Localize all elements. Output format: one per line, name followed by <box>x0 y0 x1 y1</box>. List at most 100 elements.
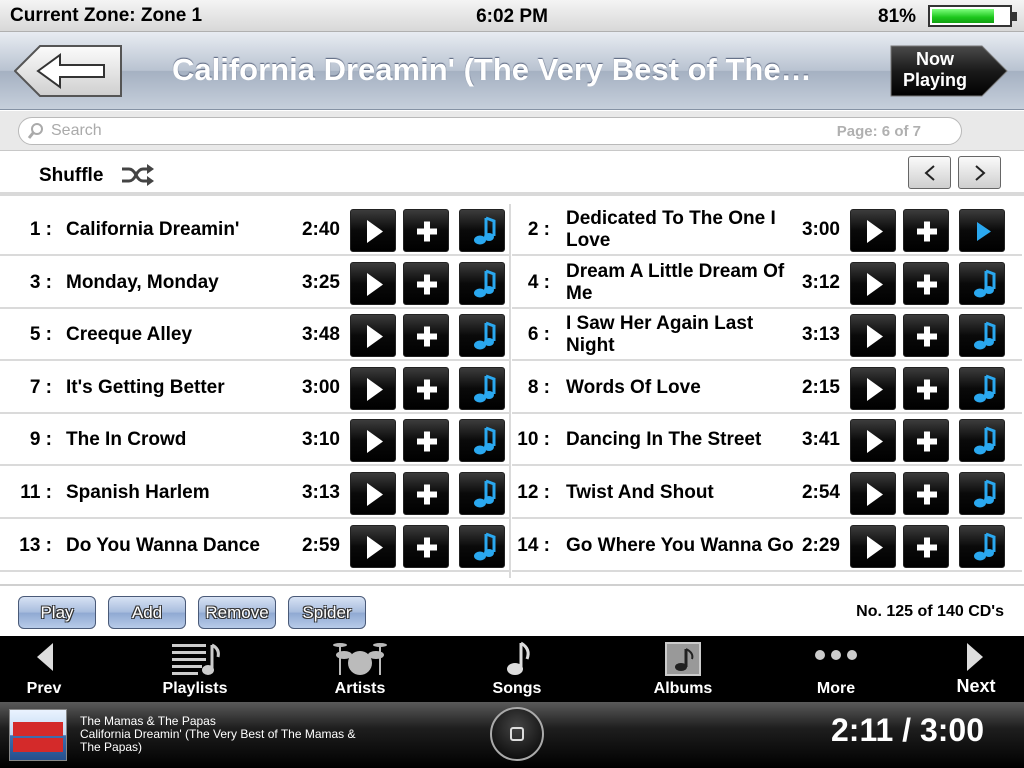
track-info-button[interactable] <box>459 524 505 568</box>
track-play-button[interactable] <box>350 419 396 463</box>
shuffle-icon[interactable] <box>120 164 154 186</box>
tab-playlists[interactable]: Playlists <box>135 636 255 702</box>
track-info-button[interactable] <box>459 472 505 515</box>
track-info-button[interactable] <box>459 419 505 463</box>
track-title[interactable]: Dedicated To The One I Love <box>566 204 802 256</box>
track-info-button[interactable] <box>959 419 1005 463</box>
track-play-button[interactable] <box>350 261 396 305</box>
track-info-button[interactable] <box>459 209 505 252</box>
tab-artists[interactable]: Artists <box>300 636 420 702</box>
add-button[interactable]: Add <box>108 596 186 629</box>
track-title[interactable]: It's Getting Better <box>66 362 292 414</box>
track-row[interactable]: 10 : Dancing In The Street 3:41 <box>512 414 1022 467</box>
spider-button[interactable]: Spider <box>288 596 366 629</box>
track-play-button[interactable] <box>350 209 396 252</box>
tab-prev-label: Prev <box>26 680 62 697</box>
track-play-button[interactable] <box>850 314 896 358</box>
track-play-button[interactable] <box>850 209 896 252</box>
play-button[interactable]: Play <box>18 596 96 629</box>
track-info-button[interactable] <box>959 366 1005 410</box>
track-row[interactable]: 4 : Dream A Little Dream Of Me 3:12 <box>512 257 1022 309</box>
track-title[interactable]: California Dreamin' <box>66 204 292 256</box>
track-row[interactable]: 3 : Monday, Monday 3:25 <box>0 257 510 309</box>
track-play-button[interactable] <box>850 524 896 568</box>
search-field[interactable]: Page: 6 of 7 <box>18 117 962 145</box>
track-play-button[interactable] <box>850 366 896 410</box>
track-add-button[interactable] <box>403 209 449 252</box>
track-play-button[interactable] <box>850 261 896 305</box>
tab-albums[interactable]: Albums <box>623 636 743 702</box>
album-art[interactable] <box>9 709 67 761</box>
track-title[interactable]: Dream A Little Dream Of Me <box>566 257 802 309</box>
back-button[interactable] <box>13 45 122 97</box>
tab-prev[interactable]: Prev <box>0 636 104 702</box>
track-play-button[interactable] <box>350 314 396 358</box>
track-add-button[interactable] <box>903 419 949 463</box>
track-add-button[interactable] <box>403 366 449 410</box>
track-add-button[interactable] <box>903 524 949 568</box>
track-info-button[interactable] <box>959 524 1005 568</box>
track-add-button[interactable] <box>403 419 449 463</box>
track-add-button[interactable] <box>903 314 949 358</box>
track-row[interactable]: 13 : Do You Wanna Dance 2:59 <box>0 520 510 572</box>
track-title[interactable]: Twist And Shout <box>566 467 802 519</box>
track-info-button[interactable] <box>959 314 1005 358</box>
track-add-button[interactable] <box>903 261 949 305</box>
shuffle-label[interactable]: Shuffle <box>39 165 103 187</box>
track-row[interactable]: 8 : Words Of Love 2:15 <box>512 362 1022 414</box>
track-row[interactable]: 12 : Twist And Shout 2:54 <box>512 467 1022 519</box>
track-title[interactable]: Monday, Monday <box>66 257 292 309</box>
tab-next[interactable]: Next <box>916 636 1024 702</box>
track-row[interactable]: 1 : California Dreamin' 2:40 <box>0 204 510 256</box>
tab-more[interactable]: More <box>776 636 896 702</box>
track-add-button[interactable] <box>903 472 949 515</box>
track-play-button[interactable] <box>350 366 396 410</box>
home-button[interactable] <box>490 707 544 761</box>
track-row[interactable]: 7 : It's Getting Better 3:00 <box>0 362 510 414</box>
track-info-button[interactable] <box>959 472 1005 515</box>
track-number: 4 : <box>527 271 550 293</box>
track-add-button[interactable] <box>403 261 449 305</box>
track-row[interactable]: 14 : Go Where You Wanna Go 2:29 <box>512 520 1022 572</box>
track-play-button[interactable] <box>850 419 896 463</box>
track-info-button[interactable] <box>959 209 1005 252</box>
track-title[interactable]: Words Of Love <box>566 362 802 414</box>
page-prev-button[interactable] <box>908 156 951 189</box>
tab-songs[interactable]: Songs <box>457 636 577 702</box>
track-title[interactable]: The In Crowd <box>66 414 292 466</box>
track-title[interactable]: Spanish Harlem <box>66 467 292 519</box>
track-title[interactable]: Dancing In The Street <box>566 414 802 466</box>
track-add-button[interactable] <box>403 314 449 358</box>
track-row[interactable]: 2 : Dedicated To The One I Love 3:00 <box>512 204 1022 256</box>
track-row[interactable]: 11 : Spanish Harlem 3:13 <box>0 467 510 519</box>
tab-bar: Prev Playlists Artists Songs Albums More… <box>0 636 1024 702</box>
track-row[interactable]: 6 : I Saw Her Again Last Night 3:13 <box>512 309 1022 362</box>
status-bar: Current Zone: Zone 1 6:02 PM 81% <box>0 0 1024 32</box>
more-dots-icon <box>815 650 857 660</box>
track-info-button[interactable] <box>459 314 505 358</box>
page-next-button[interactable] <box>958 156 1001 189</box>
track-info-button[interactable] <box>459 261 505 305</box>
page-title: California Dreamin' (The Very Best of Th… <box>172 52 812 87</box>
track-title[interactable]: Do You Wanna Dance <box>66 520 292 572</box>
track-play-button[interactable] <box>850 472 896 515</box>
track-row[interactable]: 5 : Creeque Alley 3:48 <box>0 309 510 362</box>
track-info-button[interactable] <box>959 261 1005 305</box>
track-add-button[interactable] <box>903 209 949 252</box>
track-add-button[interactable] <box>403 472 449 515</box>
track-play-button[interactable] <box>350 472 396 515</box>
track-play-button[interactable] <box>350 524 396 568</box>
track-info-button[interactable] <box>459 366 505 410</box>
now-playing-button[interactable]: Now Playing <box>890 45 1008 97</box>
track-add-button[interactable] <box>403 524 449 568</box>
track-title[interactable]: I Saw Her Again Last Night <box>566 309 802 361</box>
track-row[interactable]: 9 : The In Crowd 3:10 <box>0 414 510 467</box>
track-duration: 2:40 <box>301 219 340 240</box>
remove-button[interactable]: Remove <box>198 596 276 629</box>
track-number: 8 : <box>527 376 550 398</box>
track-title[interactable]: Go Where You Wanna Go <box>566 520 802 572</box>
tab-more-label: More <box>816 680 856 697</box>
track-add-button[interactable] <box>903 366 949 410</box>
track-title[interactable]: Creeque Alley <box>66 309 292 361</box>
search-input[interactable] <box>51 121 651 141</box>
